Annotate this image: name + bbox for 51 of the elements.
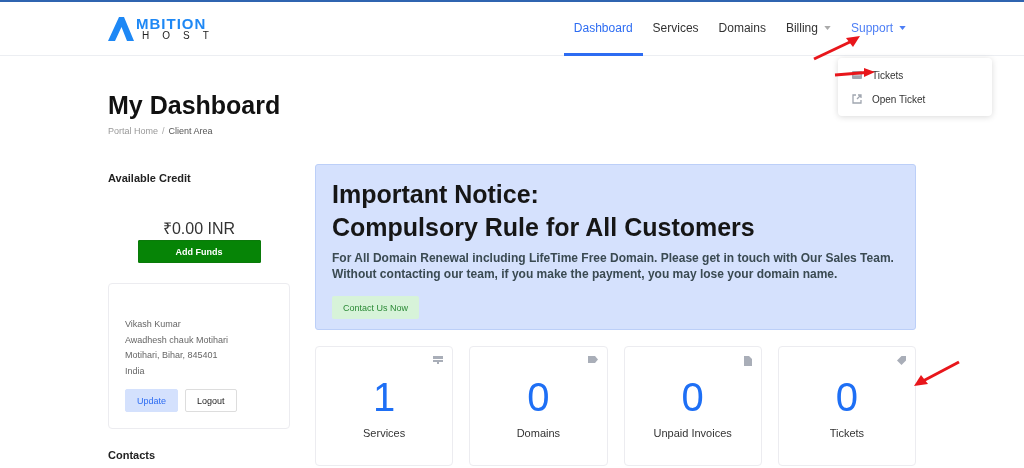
- section-heading: Contacts: [108, 449, 157, 461]
- contact-button[interactable]: Contact Us Now: [332, 296, 420, 319]
- logo-subline: HOST: [141, 31, 222, 41]
- stat-value: 1: [373, 377, 396, 417]
- page-title: My Dashboard: [108, 90, 281, 120]
- address-line: Motihari, Bihar, 845401: [125, 349, 219, 362]
- nav-link[interactable]: Support: [840, 2, 916, 56]
- annotation-arrow: [913, 360, 961, 388]
- notice-title: Important Notice:: [332, 179, 540, 210]
- logo-wordmark: MBITION: [136, 16, 207, 31]
- server-icon: [433, 356, 444, 364]
- stat-value: 0: [527, 377, 550, 417]
- annotation-arrow: [812, 35, 862, 61]
- stat-card[interactable]: 0 Tickets: [777, 346, 916, 466]
- account-button[interactable]: Update: [125, 389, 179, 412]
- stat-value: 0: [681, 377, 704, 417]
- nav-link[interactable]: Billing: [775, 2, 841, 56]
- external-link-icon: [851, 94, 862, 104]
- tag-icon: [897, 356, 906, 365]
- stat-label: Services: [363, 427, 406, 439]
- stat-label: Domains: [516, 427, 561, 439]
- credit-amount: ₹0.00 INR: [161, 219, 237, 239]
- notice-text: For All Domain Renewal including LifeTime Free Domain. Please get in touch with Our Sales Team.: [332, 250, 895, 266]
- nav-link[interactable]: Services: [642, 2, 709, 56]
- section-heading: Available Credit: [108, 172, 192, 184]
- stat-card[interactable]: 0 Domains: [469, 346, 608, 466]
- breadcrumb-separator: /: [162, 126, 165, 136]
- menu-item[interactable]: Open Ticket: [837, 87, 992, 111]
- stat-card[interactable]: 0 Unpaid Invoices: [623, 346, 762, 466]
- add-funds-button[interactable]: Add Funds: [137, 240, 261, 263]
- document-icon: [743, 356, 752, 366]
- address-line: India: [125, 364, 146, 378]
- caret-icon: [899, 25, 906, 30]
- caret-icon: [823, 25, 831, 30]
- menu-item[interactable]: Tickets: [837, 63, 992, 87]
- stat-card[interactable]: 1 Services: [315, 346, 454, 466]
- nav-link[interactable]: Domains: [708, 2, 776, 56]
- logo-mark-icon: [108, 16, 134, 41]
- address-line: Awadhesh chauk Motihari: [125, 333, 229, 347]
- notice-text: Without contacting our team, if you make the payment, you may lose your domain name.: [332, 266, 839, 282]
- label-icon: [587, 356, 598, 363]
- logo[interactable]: MBITION HOST: [108, 2, 222, 55]
- account-button[interactable]: Logout: [185, 389, 237, 412]
- inbox-icon: [851, 71, 862, 79]
- stat-label: Unpaid Invoices: [653, 427, 732, 439]
- stat-label: Tickets: [829, 427, 865, 439]
- breadcrumb-link[interactable]: Client Area: [168, 126, 213, 136]
- address-line: Vikash Kumar: [125, 318, 182, 331]
- nav-link[interactable]: Dashboard: [563, 2, 643, 56]
- stat-value: 0: [835, 377, 858, 417]
- notice-title: Compulsory Rule for All Customers: [332, 212, 756, 243]
